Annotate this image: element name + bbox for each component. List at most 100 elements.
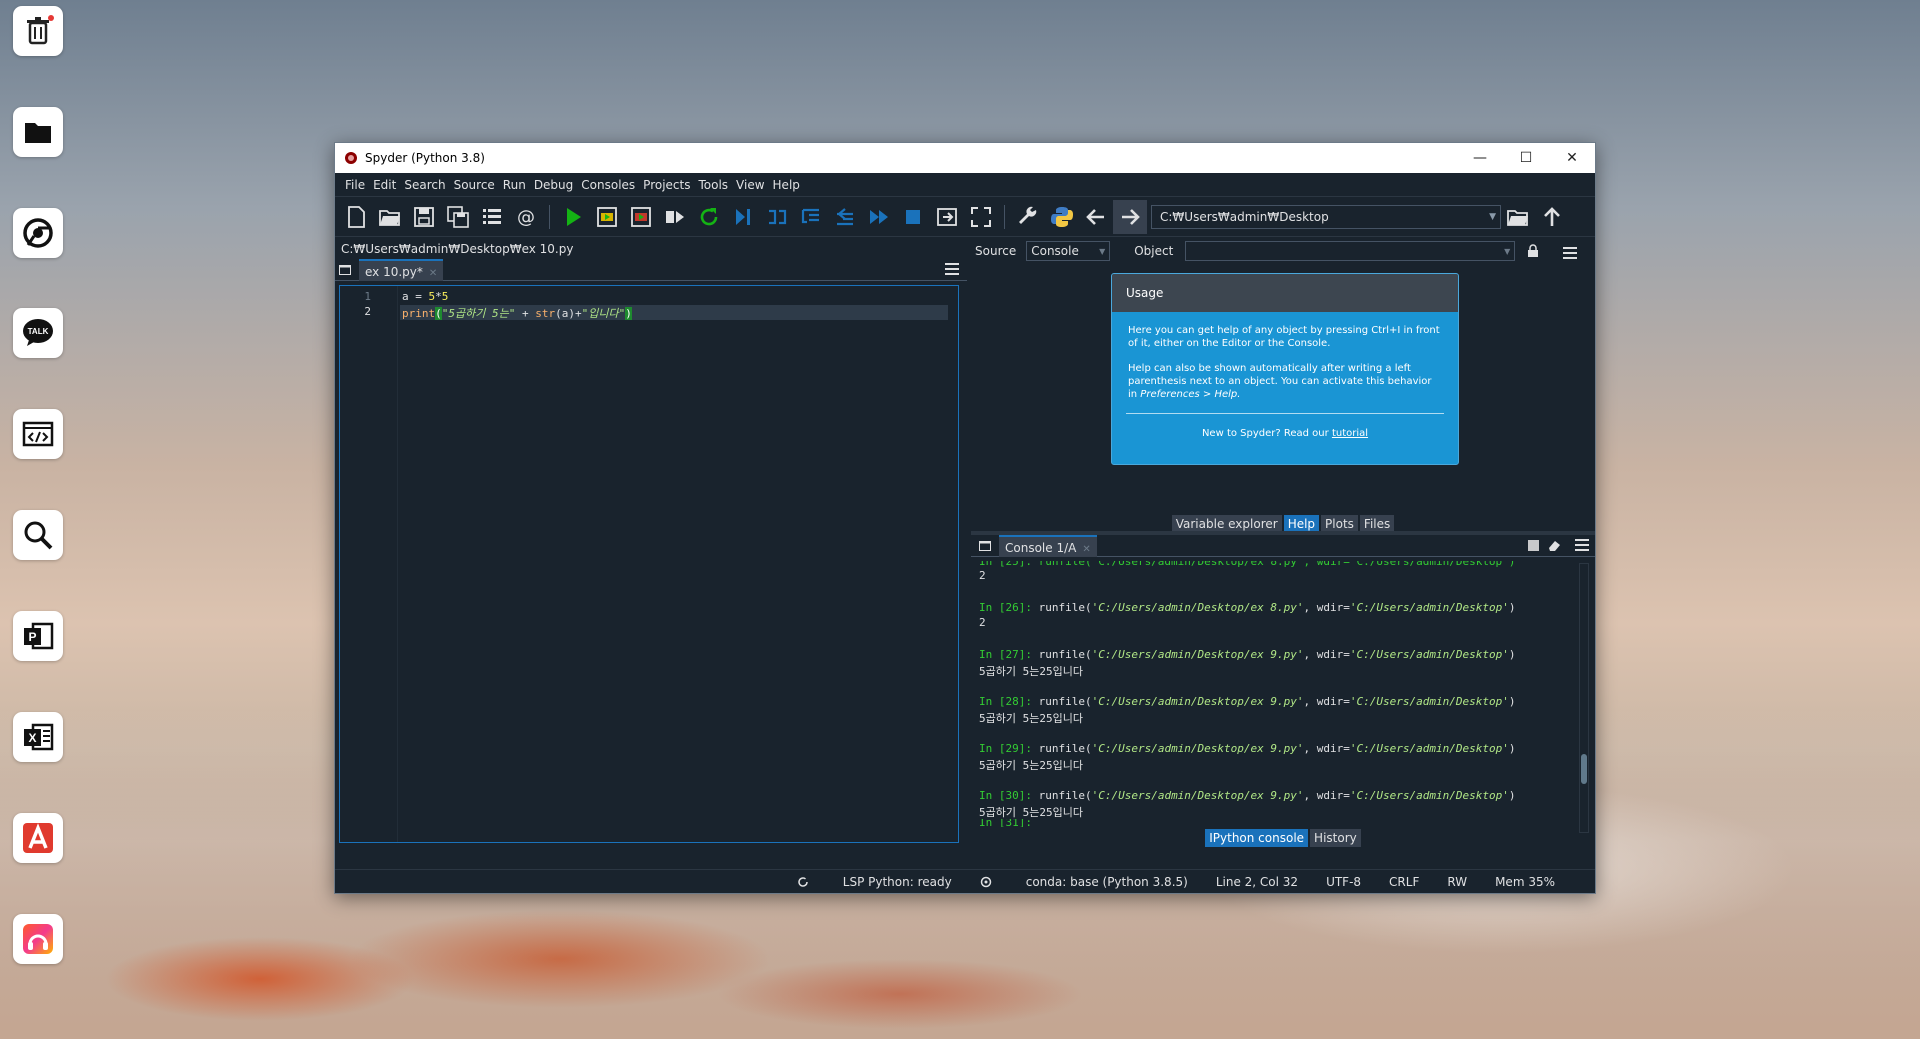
tab-history[interactable]: History bbox=[1310, 829, 1361, 847]
usage-divider bbox=[1126, 413, 1444, 414]
powerpoint-icon[interactable]: P bbox=[13, 611, 63, 661]
console-output-line: 5곱하기 5는25입니다 bbox=[979, 806, 1083, 819]
acrobat-icon[interactable] bbox=[13, 813, 63, 863]
run-cell-advance-button[interactable] bbox=[624, 200, 658, 234]
music-icon[interactable] bbox=[13, 914, 63, 964]
line-endings: CRLF bbox=[1389, 874, 1420, 889]
console-output[interactable]: In [25]: runfile('C:/Users/admin/Desktop… bbox=[979, 561, 1571, 831]
search-icon[interactable] bbox=[13, 510, 63, 560]
editor-file-path: C:₩Users₩admin₩Desktop₩ex 10.py bbox=[341, 242, 574, 256]
menu-source[interactable]: Source bbox=[450, 178, 499, 192]
forward-button[interactable] bbox=[1113, 199, 1147, 234]
menu-projects[interactable]: Projects bbox=[639, 178, 694, 192]
stop-kernel-icon[interactable] bbox=[1528, 540, 1539, 551]
menu-edit[interactable]: Edit bbox=[369, 178, 400, 192]
menu-view[interactable]: View bbox=[732, 178, 768, 192]
minimize-button[interactable]: — bbox=[1457, 143, 1503, 173]
parent-directory-button[interactable] bbox=[1535, 200, 1569, 234]
python-path-button[interactable] bbox=[1045, 200, 1079, 234]
usage-footer: New to Spyder? Read our tutorial bbox=[1201, 428, 1369, 439]
editor-options-icon[interactable] bbox=[945, 263, 959, 275]
menu-file[interactable]: File bbox=[341, 178, 369, 192]
usage-text: Here you can get help of any object by p… bbox=[1112, 312, 1458, 401]
maximize-pane-icon bbox=[937, 207, 957, 226]
menu-tools[interactable]: Tools bbox=[694, 178, 732, 192]
code-editor-icon[interactable] bbox=[13, 409, 63, 459]
console-options-icon[interactable] bbox=[1575, 539, 1589, 551]
recycle-bin-icon[interactable] bbox=[13, 6, 63, 56]
maximize-button[interactable]: ☐ bbox=[1503, 143, 1549, 173]
run-selection-button[interactable] bbox=[658, 200, 692, 234]
tutorial-link[interactable]: tutorial bbox=[1332, 428, 1368, 439]
title-bar[interactable]: Spyder (Python 3.8) — ☐ ✕ bbox=[335, 143, 1595, 173]
excel-icon[interactable]: X bbox=[13, 712, 63, 762]
console-scrollbar[interactable] bbox=[1579, 563, 1589, 833]
debug-step-icon bbox=[736, 208, 750, 225]
close-tab-icon[interactable]: ✕ bbox=[1082, 544, 1090, 555]
arrow-left-icon bbox=[1086, 208, 1104, 225]
run-selection-icon bbox=[666, 210, 684, 223]
new-file-button[interactable] bbox=[339, 200, 373, 234]
console-pane-tabs: IPython console History bbox=[971, 827, 1595, 849]
menu-run[interactable]: Run bbox=[499, 178, 530, 192]
lock-icon[interactable] bbox=[1527, 244, 1539, 258]
menu-search[interactable]: Search bbox=[400, 178, 449, 192]
scrollbar-thumb[interactable] bbox=[1581, 754, 1587, 784]
open-file-button[interactable] bbox=[373, 200, 407, 234]
save-all-button[interactable] bbox=[441, 200, 475, 234]
stop-debug-button[interactable] bbox=[896, 200, 930, 234]
usage-title: Usage bbox=[1112, 274, 1458, 312]
close-button[interactable]: ✕ bbox=[1549, 143, 1595, 173]
menu-debug[interactable]: Debug bbox=[530, 178, 577, 192]
save-button[interactable] bbox=[407, 200, 441, 234]
browse-tabs-icon[interactable] bbox=[975, 536, 995, 556]
working-directory-combobox[interactable]: C:₩Users₩admin₩Desktop ▼ bbox=[1151, 204, 1501, 229]
console-input-line: In [26]: runfile('C:/Users/admin/Desktop… bbox=[979, 601, 1516, 614]
preferences-button[interactable] bbox=[1011, 200, 1045, 234]
browse-directory-button[interactable] bbox=[1501, 200, 1535, 234]
editor-tab[interactable]: ex 10.py* ✕ bbox=[359, 258, 444, 281]
outline-button[interactable] bbox=[475, 200, 509, 234]
run-cell-button[interactable] bbox=[590, 200, 624, 234]
chevron-down-icon: ▼ bbox=[1504, 246, 1511, 256]
step-into-button[interactable] bbox=[760, 200, 794, 234]
toolbar-separator bbox=[1004, 204, 1005, 229]
maximize-pane-button[interactable] bbox=[930, 200, 964, 234]
menu-help[interactable]: Help bbox=[769, 178, 804, 192]
object-combobox[interactable]: ▼ bbox=[1185, 241, 1516, 261]
sync-icon bbox=[798, 877, 808, 887]
kakaotalk-icon[interactable]: TALK bbox=[13, 308, 63, 358]
menu-consoles[interactable]: Consoles bbox=[577, 178, 639, 192]
at-symbol-button[interactable]: @ bbox=[509, 200, 543, 234]
console-tab[interactable]: Console 1/A ✕ bbox=[999, 534, 1097, 557]
conda-status: conda: base (Python 3.8.5) bbox=[980, 875, 1188, 889]
browse-tabs-icon[interactable] bbox=[335, 260, 355, 280]
step-over-button[interactable] bbox=[794, 200, 828, 234]
help-options-icon[interactable] bbox=[1563, 247, 1578, 259]
step-return-button[interactable] bbox=[828, 200, 862, 234]
console-pane: Console 1/A ✕ In [25]: runfile('C:/Users/… bbox=[971, 531, 1595, 847]
chrome-icon[interactable] bbox=[13, 208, 63, 258]
close-tab-icon[interactable]: ✕ bbox=[429, 268, 437, 279]
back-button[interactable] bbox=[1079, 200, 1113, 234]
run-cell-icon bbox=[597, 206, 617, 227]
play-icon bbox=[567, 207, 581, 226]
rerun-button[interactable] bbox=[692, 200, 726, 234]
stop-icon bbox=[906, 209, 920, 224]
help-content: Usage Here you can get help of any objec… bbox=[971, 263, 1595, 513]
source-combobox[interactable]: Console ▼ bbox=[1026, 241, 1111, 261]
arrow-right-icon bbox=[1122, 208, 1140, 225]
folder-icon[interactable] bbox=[13, 107, 63, 157]
continue-button[interactable] bbox=[862, 200, 896, 234]
code-editor[interactable]: 1 2 a = 5*5 print("5곱하기 5는" + str(a)+"입니… bbox=[339, 285, 959, 843]
window-title: Spyder (Python 3.8) bbox=[365, 151, 485, 165]
eraser-icon[interactable] bbox=[1547, 539, 1561, 551]
line-number-gutter: 1 2 bbox=[340, 286, 398, 842]
fullscreen-button[interactable] bbox=[964, 200, 998, 234]
svg-text:@: @ bbox=[517, 207, 535, 228]
tab-ipython-console[interactable]: IPython console bbox=[1205, 829, 1309, 847]
debug-button[interactable] bbox=[726, 200, 760, 234]
run-file-button[interactable] bbox=[556, 200, 590, 234]
